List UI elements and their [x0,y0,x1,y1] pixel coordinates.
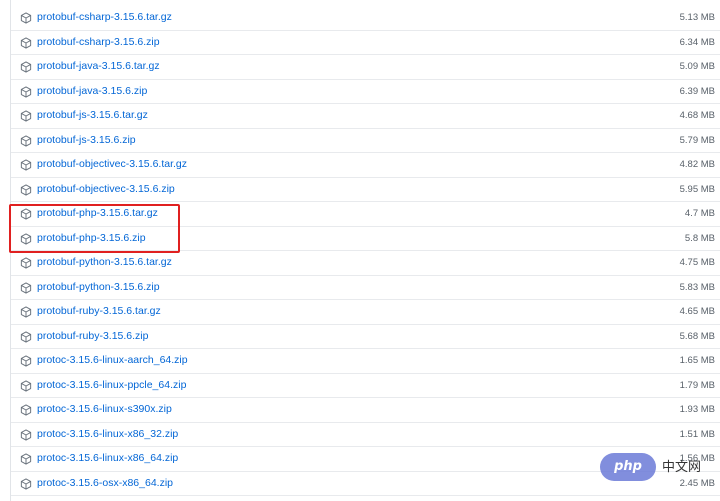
package-icon [20,257,32,269]
asset-download-link[interactable]: protobuf-objectivec-3.15.6.tar.gz [37,158,187,171]
asset-row: protobuf-js-3.15.6.zip 5.79 MB [11,129,720,153]
asset-download-link[interactable]: protobuf-csharp-3.15.6.tar.gz [37,11,172,24]
asset-size: 5.13 MB [679,12,715,23]
package-icon [20,232,32,245]
site-watermark: php 中文网 [600,453,720,481]
php-logo: php [600,453,656,481]
asset-size: 4.68 MB [679,110,715,121]
asset-download-link[interactable]: protobuf-php-3.15.6.tar.gz [37,207,158,220]
asset-download-link[interactable]: protobuf-ruby-3.15.6.zip [37,330,148,343]
package-icon [20,208,32,220]
asset-download-link[interactable]: protoc-3.15.6-linux-ppcle_64.zip [37,379,186,392]
package-icon [20,306,32,318]
asset-download-link[interactable]: protobuf-java-3.15.6.tar.gz [37,60,160,73]
asset-download-link[interactable]: protobuf-java-3.15.6.zip [37,85,147,98]
asset-row: protobuf-csharp-3.15.6.tar.gz 5.13 MB [11,6,720,31]
asset-size: 4.65 MB [679,306,715,317]
asset-download-link[interactable]: protobuf-js-3.15.6.tar.gz [37,109,148,122]
package-icon [20,183,32,196]
asset-download-link[interactable]: protobuf-php-3.15.6.zip [37,232,146,245]
asset-row: protobuf-php-3.15.6.zip 5.8 MB [11,227,720,251]
asset-size: 5.95 MB [679,183,715,195]
asset-row: protobuf-ruby-3.15.6.tar.gz 4.65 MB [11,300,720,325]
asset-row: protobuf-php-3.15.6.tar.gz 4.7 MB [11,202,720,227]
asset-row: protobuf-python-3.15.6.zip 5.83 MB [11,276,720,300]
asset-size: 5.09 MB [679,61,715,72]
asset-size: 5.83 MB [679,281,715,293]
asset-size: 6.39 MB [679,85,715,97]
asset-row: protobuf-objectivec-3.15.6.tar.gz 4.82 MB [11,153,720,178]
asset-download-link[interactable]: protobuf-ruby-3.15.6.tar.gz [37,305,161,318]
asset-download-link[interactable]: protobuf-python-3.15.6.tar.gz [37,256,172,269]
asset-row: protobuf-python-3.15.6.tar.gz 4.75 MB [11,251,720,276]
asset-row: protoc-3.15.6-linux-x86_32.zip 1.51 MB [11,423,720,447]
asset-row: protobuf-ruby-3.15.6.zip 5.68 MB [11,325,720,349]
package-icon [20,428,32,441]
package-icon [20,159,32,171]
package-icon [20,12,32,24]
asset-size: 5.8 MB [684,232,715,244]
asset-download-link[interactable]: protoc-3.15.6-linux-s390x.zip [37,403,172,416]
asset-size: 1.79 MB [679,379,715,391]
package-icon [20,134,32,147]
package-icon [20,404,32,416]
package-icon [20,85,32,98]
asset-row: protobuf-java-3.15.6.tar.gz 5.09 MB [11,55,720,80]
asset-size: 5.68 MB [679,330,715,342]
asset-download-link[interactable]: protobuf-csharp-3.15.6.zip [37,36,160,49]
asset-size: 1.65 MB [679,355,715,366]
watermark-text: 中文网 [662,459,702,474]
asset-download-link[interactable]: protobuf-objectivec-3.15.6.zip [37,183,175,196]
package-icon [20,110,32,122]
asset-size: 6.34 MB [679,36,715,48]
asset-row: protoc-3.15.6-linux-ppcle_64.zip 1.79 MB [11,374,720,398]
package-icon [20,355,32,367]
asset-download-link[interactable]: protoc-3.15.6-linux-x86_32.zip [37,428,178,441]
package-icon [20,36,32,49]
package-icon [20,453,32,465]
php-logo-text: php [614,459,642,474]
asset-size: 1.51 MB [679,428,715,440]
asset-size: 4.7 MB [684,208,715,219]
asset-download-link[interactable]: protoc-3.15.6-linux-aarch_64.zip [37,354,188,367]
asset-row: protobuf-js-3.15.6.tar.gz 4.68 MB [11,104,720,129]
asset-size: 4.75 MB [679,257,715,268]
asset-download-link[interactable]: protobuf-python-3.15.6.zip [37,281,160,294]
asset-download-link[interactable]: protobuf-js-3.15.6.zip [37,134,136,147]
asset-size: 5.79 MB [679,134,715,146]
asset-row: protobuf-java-3.15.6.zip 6.39 MB [11,80,720,104]
asset-row: protoc-3.15.6-linux-s390x.zip 1.93 MB [11,398,720,423]
asset-size: 1.93 MB [679,404,715,415]
package-icon [20,330,32,343]
asset-row: protobuf-csharp-3.15.6.zip 6.34 MB [11,31,720,55]
release-assets-list: protobuf-csharp-3.15.6.tar.gz 5.13 MB prot… [10,0,720,501]
package-icon [20,281,32,294]
asset-download-link[interactable]: protoc-3.15.6-linux-x86_64.zip [37,452,178,465]
asset-row: protoc-3.15.6-linux-aarch_64.zip 1.65 MB [11,349,720,374]
package-icon [20,477,32,490]
package-icon [20,379,32,392]
asset-size: 4.82 MB [679,159,715,170]
asset-row: protobuf-objectivec-3.15.6.zip 5.95 MB [11,178,720,202]
package-icon [20,61,32,73]
asset-download-link[interactable]: protoc-3.15.6-osx-x86_64.zip [37,477,173,490]
